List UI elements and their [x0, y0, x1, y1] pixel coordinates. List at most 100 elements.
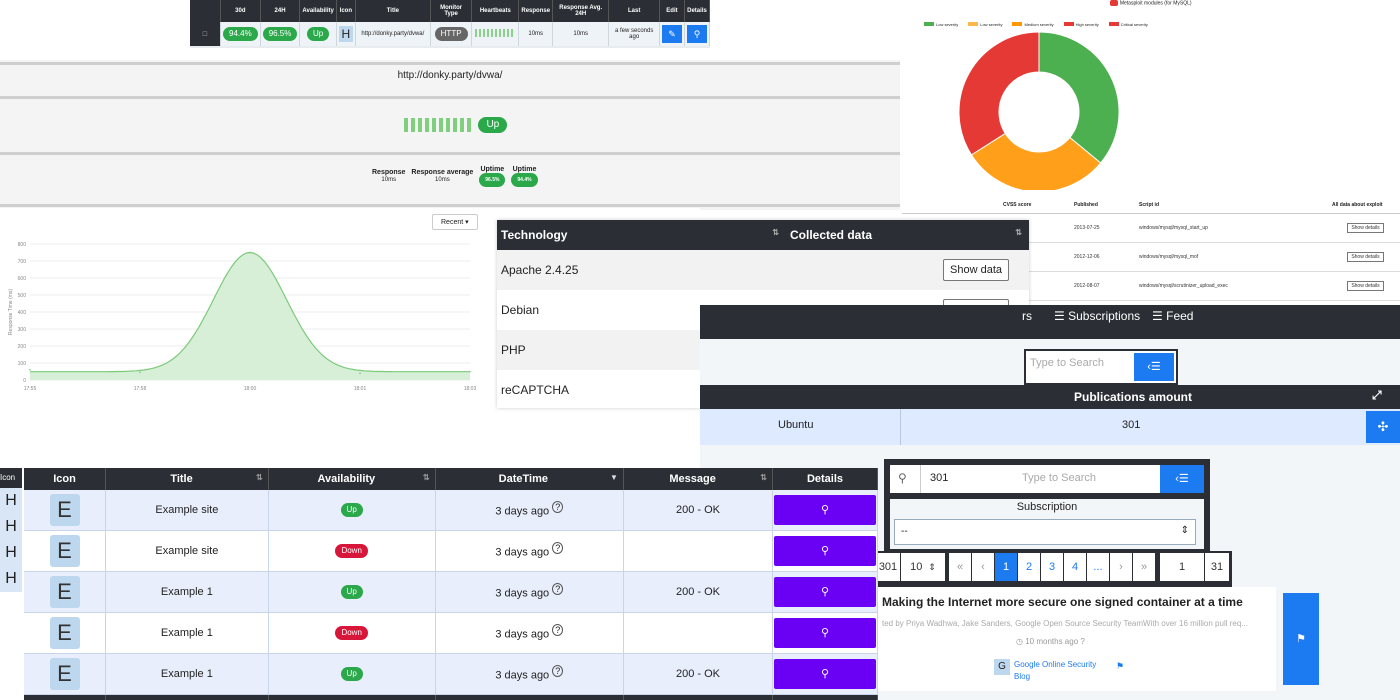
exploit-published: 2013-07-25 — [1070, 213, 1135, 243]
footer-col-message[interactable]: Message — [623, 694, 774, 700]
col-availability[interactable]: Availability ⇅ — [268, 468, 436, 490]
col-last[interactable]: Last — [608, 0, 660, 22]
details-button[interactable]: ⚲ — [774, 577, 876, 607]
filter-button[interactable]: ‹☰ — [1134, 353, 1174, 381]
col-heartbeats: Heartbeats — [471, 0, 520, 22]
col-datetime[interactable]: DateTime ▼ — [435, 468, 624, 490]
show-details-button[interactable]: Show details — [1347, 281, 1384, 291]
search-input-top[interactable]: Type to Search — [1030, 357, 1104, 369]
list-icon: ☰ — [1152, 309, 1163, 323]
help-icon: ? — [1080, 637, 1085, 646]
col-technology[interactable]: Technology ⇅ — [497, 220, 786, 250]
details-button[interactable]: ⚲ — [774, 659, 876, 689]
col-script-id[interactable]: Script id — [1135, 197, 1328, 214]
table-row: E Example 1 Down 3 days ago? ⚲ — [24, 612, 878, 654]
article-title[interactable]: Making the Internet more secure one sign… — [882, 595, 1243, 609]
page-link[interactable]: › — [1110, 553, 1132, 581]
search-icon: ⚲ — [898, 471, 907, 485]
article-source[interactable]: Google Online Security Blog — [1014, 659, 1106, 683]
subscribe-icon[interactable]: ⚑ — [1116, 661, 1124, 672]
col-response[interactable]: Response — [518, 0, 554, 22]
sort-icon: ⇅ — [256, 473, 263, 482]
pencil-icon: ✎ — [668, 29, 676, 39]
y-axis-label: Response Time (ms) — [8, 289, 14, 335]
site-icon: E — [49, 617, 80, 649]
nav-item-feed[interactable]: ☰ Feed — [1152, 309, 1193, 323]
col-blank — [902, 197, 999, 214]
footer-col-availability[interactable]: Availability — [268, 694, 436, 700]
filter-button[interactable]: ‹☰ — [1160, 465, 1204, 493]
details-button[interactable]: ⚲ — [774, 495, 876, 525]
exploit-script-id: windows/mysql/mysql_mof — [1135, 242, 1328, 272]
sort-icon: ⇅ — [1015, 228, 1022, 237]
search-input[interactable]: Type to Search — [1022, 472, 1096, 484]
col-publications-amount[interactable]: Publications amount — [1074, 390, 1192, 404]
subscription-select[interactable]: -- ⇕ — [894, 519, 1196, 545]
details-button[interactable]: ⚲ — [686, 25, 707, 43]
col-response-avg[interactable]: Response Avg. 24H — [552, 0, 610, 22]
col-monitor-type[interactable]: Monitor Type — [430, 0, 473, 22]
monitor-type-badge: HTTP — [434, 27, 468, 41]
col-published[interactable]: Published — [1070, 197, 1135, 214]
footer-col-details: Details — [772, 694, 878, 700]
details-button[interactable]: ⚲ — [774, 536, 876, 566]
select-all-header[interactable] — [190, 0, 221, 22]
collapse-button[interactable]: ✣ — [1366, 411, 1400, 443]
col-24h[interactable]: 24H — [260, 0, 301, 22]
expand-icon[interactable]: ⤢ — [1372, 388, 1382, 403]
donut-slice-0[interactable] — [1038, 31, 1120, 164]
page-goto-input[interactable]: 1 — [1160, 553, 1204, 581]
divider — [920, 465, 921, 493]
table-row: E Example site Down 3 days ago? ⚲ — [24, 530, 878, 572]
article-action-button[interactable]: ⚑ — [1283, 593, 1319, 685]
per-page-select[interactable]: 10 ⇕ — [901, 553, 945, 581]
response-value: 10ms — [518, 22, 554, 46]
help-icon[interactable]: ? — [552, 665, 564, 678]
donut-slice-2[interactable] — [958, 31, 1040, 156]
data-point — [249, 251, 251, 254]
technology-row: Apache 2.4.25 Show data — [497, 250, 1029, 290]
row-message: 200 - OK — [623, 653, 774, 695]
nav-item-users[interactable]: rs — [1022, 309, 1032, 323]
help-icon[interactable]: ? — [552, 583, 564, 596]
details-button[interactable]: ⚲ — [774, 618, 876, 648]
page-link[interactable]: 2 — [1018, 553, 1040, 581]
nav-item-subscriptions[interactable]: ☰ Subscriptions — [1054, 309, 1140, 323]
col-title[interactable]: Title ⇅ — [105, 468, 269, 490]
heartbeat-bars — [475, 29, 516, 37]
col-cvss[interactable]: CVSS score — [999, 197, 1070, 214]
stat-label: Response — [372, 169, 406, 176]
page-link[interactable]: « — [949, 553, 971, 581]
y-tick-label: 0 — [23, 378, 26, 384]
page-link[interactable]: ‹ — [972, 553, 994, 581]
page-link[interactable]: » — [1133, 553, 1155, 581]
row-select[interactable]: ☐ — [190, 22, 221, 46]
show-data-button[interactable]: Show data — [943, 259, 1009, 281]
show-details-button[interactable]: Show details — [1347, 252, 1384, 262]
footer-col-title[interactable]: Title — [105, 694, 269, 700]
row-datetime: 3 days ago — [495, 587, 550, 600]
page-link[interactable]: 3 — [1041, 553, 1063, 581]
page-link[interactable]: 4 — [1064, 553, 1086, 581]
series-area — [30, 252, 470, 380]
side-icon-column: Icon HHHH — [0, 468, 22, 592]
help-icon[interactable]: ? — [552, 501, 564, 514]
col-edit: Edit — [659, 0, 685, 22]
page-link[interactable]: ... — [1087, 553, 1109, 581]
col-availability[interactable]: Availability — [299, 0, 337, 22]
help-icon[interactable]: ? — [552, 542, 564, 555]
x-tick-label: 18:03 — [464, 386, 477, 392]
monitor-table: 30d 24H Availability Icon Title Monitor … — [190, 0, 710, 46]
page-link[interactable]: 1 — [995, 553, 1017, 581]
col-title[interactable]: Title — [355, 0, 431, 22]
col-message[interactable]: Message ⇅ — [623, 468, 774, 490]
footer-col-datetime[interactable]: DateTime — [435, 694, 624, 700]
page-last[interactable]: 31 — [1205, 553, 1229, 581]
x-tick-label: 17:55 — [24, 386, 37, 392]
help-icon[interactable]: ? — [552, 624, 564, 637]
col-collected-data[interactable]: Collected data ⇅ — [786, 220, 1029, 250]
edit-button[interactable]: ✎ — [661, 25, 682, 43]
col-30d[interactable]: 30d — [220, 0, 261, 22]
show-details-button[interactable]: Show details — [1347, 223, 1384, 233]
exploit-script-id: windows/mysql/scrutinizer_upload_exec — [1135, 271, 1328, 301]
